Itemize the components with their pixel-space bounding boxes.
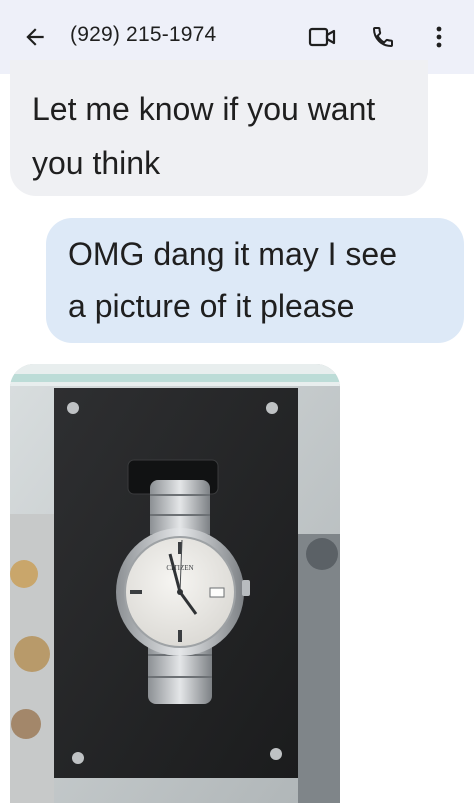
outgoing-message-bubble[interactable]: OMG dang it may I see a picture of it pl… — [46, 218, 464, 343]
message-line: a picture of it please — [68, 288, 355, 324]
video-call-icon — [308, 27, 336, 47]
incoming-message-bubble[interactable]: Let me know if you want you think — [10, 60, 428, 196]
arrow-back-icon — [26, 28, 44, 46]
message-line: you think — [32, 145, 161, 181]
more-options-button[interactable] — [426, 20, 452, 54]
watch-photo: CITIZEN — [10, 364, 340, 803]
contact-title: (929) 215-1974 — [70, 23, 217, 46]
call-button[interactable] — [366, 20, 400, 54]
watch-brand-text: CITIZEN — [166, 564, 193, 572]
phone-icon — [372, 27, 393, 48]
back-button[interactable] — [18, 20, 52, 54]
message-line: Let me know if you want — [32, 91, 376, 127]
message-line: OMG dang it may I see — [68, 236, 398, 272]
more-vert-icon — [436, 26, 442, 48]
video-call-button[interactable] — [305, 21, 339, 53]
photo-attachment[interactable]: CITIZEN — [10, 364, 340, 803]
